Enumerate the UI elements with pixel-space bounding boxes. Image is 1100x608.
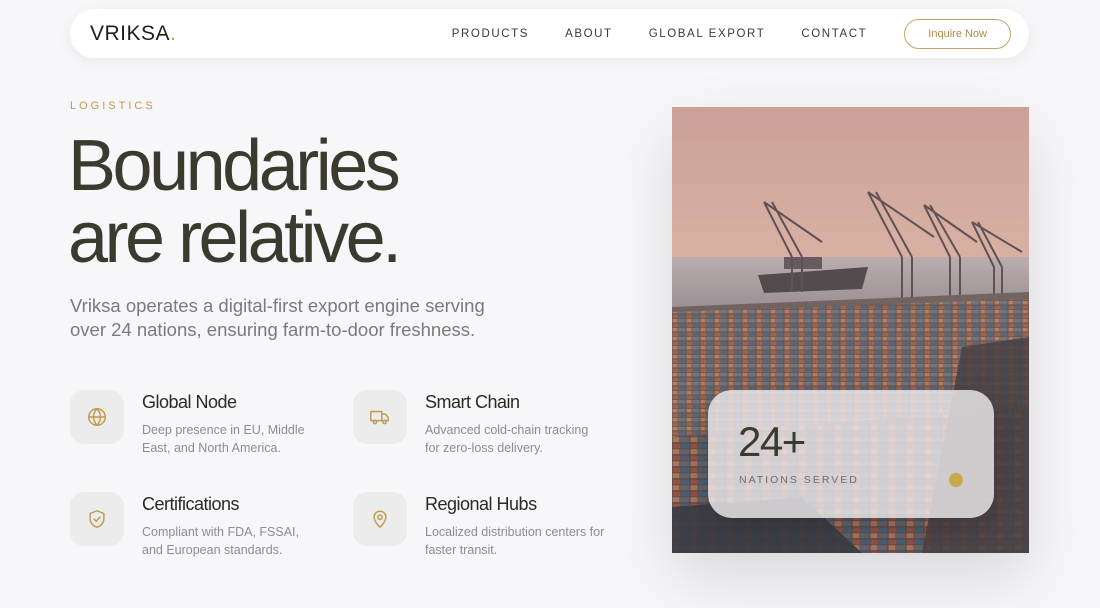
- feature-description: Advanced cold-chain tracking for zero-lo…: [425, 423, 589, 455]
- page-headline: Boundaries are relative.: [68, 126, 402, 278]
- feature-regional-hubs: Regional Hubs Localized distribution cen…: [353, 492, 613, 559]
- nav-links: PRODUCTS ABOUT GLOBAL EXPORT CONTACT Inq…: [452, 18, 1011, 49]
- stat-label: NATIONS SERVED: [739, 474, 859, 486]
- headline-line-2: are relative.: [68, 198, 402, 278]
- feature-title: Certifications: [142, 494, 240, 514]
- section-eyebrow: LOGISTICS: [70, 100, 156, 112]
- feature-certifications: Certifications Compliant with FDA, FSSAI…: [70, 492, 330, 559]
- shield-check-icon: [70, 492, 124, 546]
- globe-icon: [70, 390, 124, 444]
- feature-title: Smart Chain: [425, 392, 520, 412]
- feature-title: Regional Hubs: [425, 494, 537, 514]
- status-dot: [949, 473, 963, 487]
- truck-icon: [353, 390, 407, 444]
- nav-link-global-export[interactable]: GLOBAL EXPORT: [649, 28, 766, 40]
- feature-description: Localized distribution centers for faste…: [425, 525, 605, 557]
- top-nav: VRIKSA. PRODUCTS ABOUT GLOBAL EXPORT CON…: [70, 9, 1029, 58]
- hero-description: Vriksa operates a digital-first export e…: [70, 295, 485, 340]
- feature-description: Compliant with FDA, FSSAI, and European …: [142, 525, 299, 557]
- map-pin-icon: [353, 492, 407, 546]
- stat-value: 24+: [738, 418, 806, 465]
- headline-line-1: Boundaries: [68, 126, 401, 206]
- logo-dot: .: [170, 21, 177, 45]
- nav-link-about[interactable]: ABOUT: [565, 28, 613, 40]
- nav-link-products[interactable]: PRODUCTS: [452, 28, 529, 40]
- nav-link-contact[interactable]: CONTACT: [801, 28, 867, 40]
- feature-description: Deep presence in EU, Middle East, and No…: [142, 423, 305, 455]
- logo[interactable]: VRIKSA.: [90, 22, 176, 46]
- feature-title: Global Node: [142, 392, 237, 412]
- feature-smart-chain: Smart Chain Advanced cold-chain tracking…: [353, 390, 613, 457]
- logo-text: VRIKSA: [90, 21, 171, 45]
- nations-stat-card: 24+ NATIONS SERVED: [708, 390, 994, 518]
- inquire-now-button[interactable]: Inquire Now: [904, 18, 1011, 49]
- feature-global-node: Global Node Deep presence in EU, Middle …: [70, 390, 330, 457]
